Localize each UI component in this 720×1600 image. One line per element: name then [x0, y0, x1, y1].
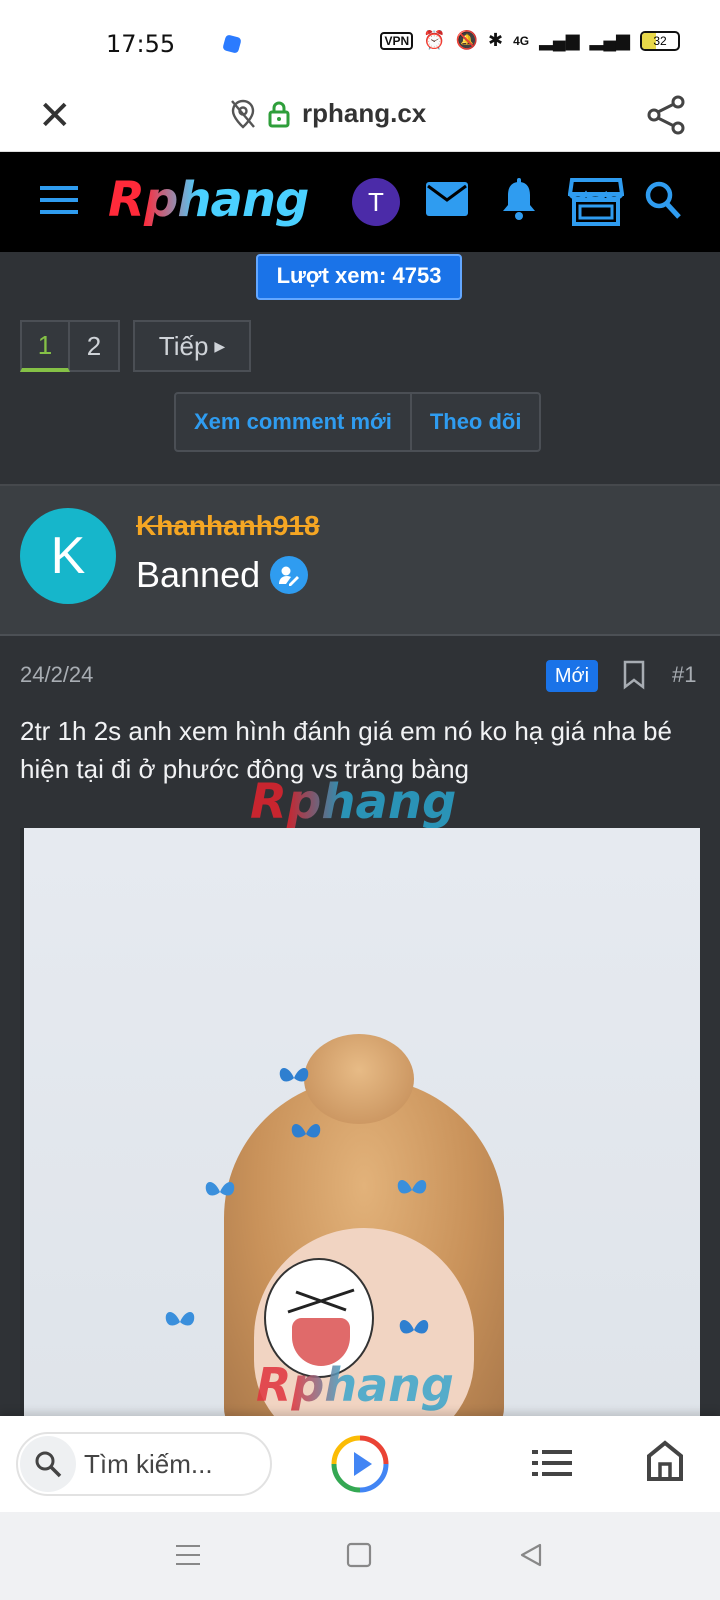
mail-icon[interactable] [426, 182, 468, 221]
system-navigation-bar [0, 1512, 720, 1600]
location-off-icon [231, 99, 255, 129]
next-page-button[interactable]: Tiếp ▶ [133, 320, 251, 372]
browser-url-bar: ✕ rphang.cx [0, 80, 720, 152]
page-1-link[interactable]: 1 [20, 320, 70, 372]
recents-menu-icon[interactable] [174, 1542, 202, 1573]
status-time: 17:55 [106, 30, 176, 58]
lock-icon [268, 101, 290, 127]
caret-right-icon: ▶ [214, 337, 226, 354]
author-avatar[interactable]: K [20, 508, 116, 604]
signal-2-icon: ▂▄▆ [589, 30, 630, 50]
notification-bell-icon[interactable] [500, 178, 538, 227]
signal-icon: ▂▄▆ [539, 30, 580, 50]
store-icon[interactable] [567, 176, 625, 231]
hamburger-menu-icon[interactable] [40, 184, 78, 221]
search-placeholder: Tìm kiếm... [84, 1448, 213, 1479]
page-2-link[interactable]: 2 [70, 320, 120, 372]
author-username[interactable]: Khanhanh918 [136, 510, 320, 542]
play-icon[interactable] [330, 1434, 390, 1499]
butterfly-icon [399, 1320, 429, 1334]
bookmark-icon[interactable] [622, 660, 646, 695]
image-bun [304, 1034, 414, 1124]
search-icon[interactable] [644, 180, 682, 225]
view-new-comments-button[interactable]: Xem comment mới [176, 394, 410, 450]
post-author-bar: K Khanhanh918 Banned [0, 484, 720, 636]
post: 24/2/24 Mới #1 2tr 1h 2s anh xem hình đá… [0, 640, 720, 1416]
back-icon[interactable] [518, 1542, 544, 1573]
search-icon [20, 1436, 76, 1492]
next-label: Tiếp [158, 330, 209, 361]
battery-level: 32 [653, 33, 667, 48]
author-role: Banned [136, 554, 309, 596]
status-bar: 17:55 VPN ⏰ 🔕 ✱ 4G ▂▄▆ ▂▄▆ 32 [0, 0, 720, 80]
address[interactable]: rphang.cx [230, 98, 426, 129]
close-icon[interactable]: ✕ [38, 96, 72, 136]
image-watermark: Rphang [256, 1358, 454, 1412]
user-edit-icon [270, 556, 309, 594]
butterfly-icon [291, 1124, 321, 1138]
home-square-icon[interactable] [346, 1542, 372, 1573]
butterfly-icon [165, 1312, 195, 1326]
thread-actions: Xem comment mới Theo dõi [174, 392, 542, 452]
url-text: rphang.cx [302, 98, 427, 128]
site-navbar: Rphang T [0, 152, 720, 252]
network-4g-icon: 4G [513, 33, 530, 48]
browser-bottom-bar: Tìm kiếm... [0, 1416, 720, 1512]
list-icon[interactable] [532, 1448, 572, 1483]
watch-thread-button[interactable]: Theo dõi [409, 394, 540, 450]
next-page-group: Tiếp ▶ [133, 320, 251, 372]
app-notification-icon [222, 34, 242, 54]
new-badge: Mới [546, 660, 598, 692]
battery-icon: 32 [640, 30, 680, 51]
status-icons: VPN ⏰ 🔕 ✱ 4G ▂▄▆ ▂▄▆ 32 [380, 30, 680, 51]
post-date[interactable]: 24/2/24 [20, 662, 93, 688]
browser-search-field[interactable]: Tìm kiếm... [16, 1432, 272, 1496]
watermark-logo: Rphang [250, 774, 457, 830]
butterfly-icon [279, 1068, 309, 1082]
post-number[interactable]: #1 [672, 662, 696, 688]
mute-icon: 🔕 [455, 30, 478, 50]
butterfly-icon [397, 1180, 427, 1194]
views-count-badge: Lượt xem: 4753 [256, 254, 462, 300]
account-avatar[interactable]: T [352, 178, 400, 226]
share-icon[interactable] [646, 94, 686, 141]
vpn-icon: VPN [380, 31, 414, 50]
butterfly-icon [205, 1182, 235, 1196]
bluetooth-icon: ✱ [487, 30, 504, 50]
role-label: Banned [136, 554, 261, 595]
home-icon[interactable] [646, 1440, 684, 1487]
site-logo[interactable]: Rphang [108, 172, 309, 228]
post-image[interactable]: Rphang [20, 828, 700, 1416]
alarm-icon: ⏰ [423, 30, 446, 50]
pagination: 1 2 [20, 320, 120, 372]
